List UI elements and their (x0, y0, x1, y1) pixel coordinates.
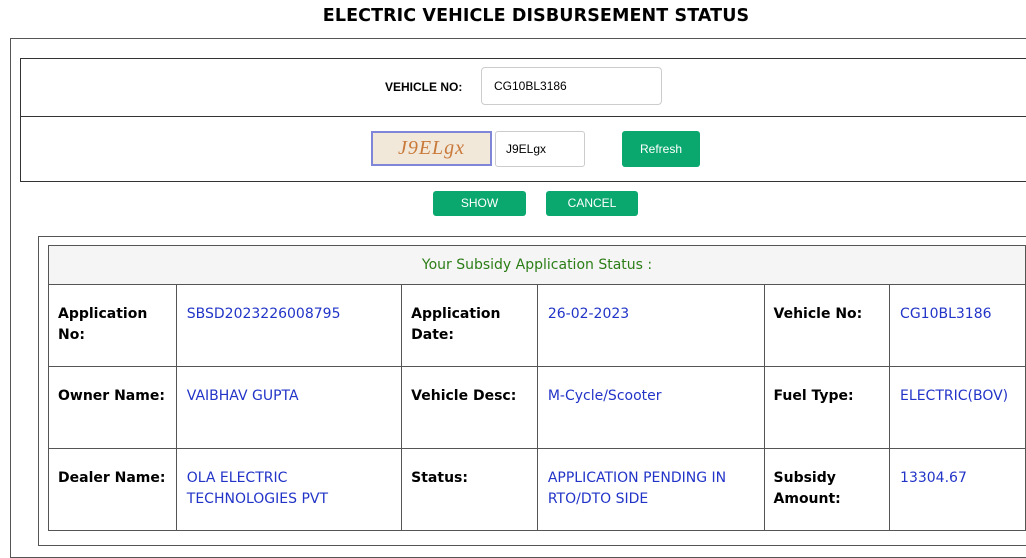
subsidy-amount-value: 13304.67 (889, 448, 1026, 531)
captcha-image: J9ELgx (371, 131, 492, 166)
status-table: Your Subsidy Application Status : Applic… (48, 245, 1026, 531)
page-title: ELECTRIC VEHICLE DISBURSEMENT STATUS (322, 6, 750, 26)
dealer-name-value: OLA ELECTRIC TECHNOLOGIES PVT (175, 448, 403, 531)
fuel-type-label: Fuel Type: (763, 366, 891, 449)
vehicle-desc-label: Vehicle Desc: (401, 366, 538, 449)
table-row: Owner Name: VAIBHAV GUPTA Vehicle Desc: … (48, 366, 1026, 449)
refresh-button[interactable]: Refresh (622, 131, 700, 167)
vehicle-no-value: CG10BL3186 (889, 284, 1026, 367)
status-label: Status: (401, 448, 538, 531)
form-divider (21, 116, 1026, 117)
vehicle-no-label-cell: Vehicle No: (763, 284, 891, 367)
owner-name-value: VAIBHAV GUPTA (175, 366, 403, 449)
status-value: APPLICATION PENDING IN RTO/DTO SIDE (536, 448, 765, 531)
vehicle-no-label: VEHICLE NO: (385, 80, 463, 94)
vehicle-no-input[interactable] (481, 67, 662, 105)
cancel-button[interactable]: CANCEL (546, 191, 638, 216)
table-row: Dealer Name: OLA ELECTRIC TECHNOLOGIES P… (48, 448, 1026, 531)
dealer-name-label: Dealer Name: (48, 448, 177, 531)
application-date-value: 26-02-2023 (536, 284, 765, 367)
fuel-type-value: ELECTRIC(BOV) (889, 366, 1026, 449)
owner-name-label: Owner Name: (48, 366, 177, 449)
application-date-label: Application Date: (401, 284, 538, 367)
status-header: Your Subsidy Application Status : (48, 245, 1026, 285)
subsidy-amount-label: Subsidy Amount: (763, 448, 891, 531)
application-no-label: Application No: (48, 284, 177, 367)
show-button[interactable]: SHOW (433, 191, 526, 216)
table-row: Application No: SBSD2023226008795 Applic… (48, 284, 1026, 367)
captcha-input[interactable] (495, 131, 585, 167)
application-no-value: SBSD2023226008795 (175, 284, 403, 367)
vehicle-desc-value: M-Cycle/Scooter (536, 366, 765, 449)
